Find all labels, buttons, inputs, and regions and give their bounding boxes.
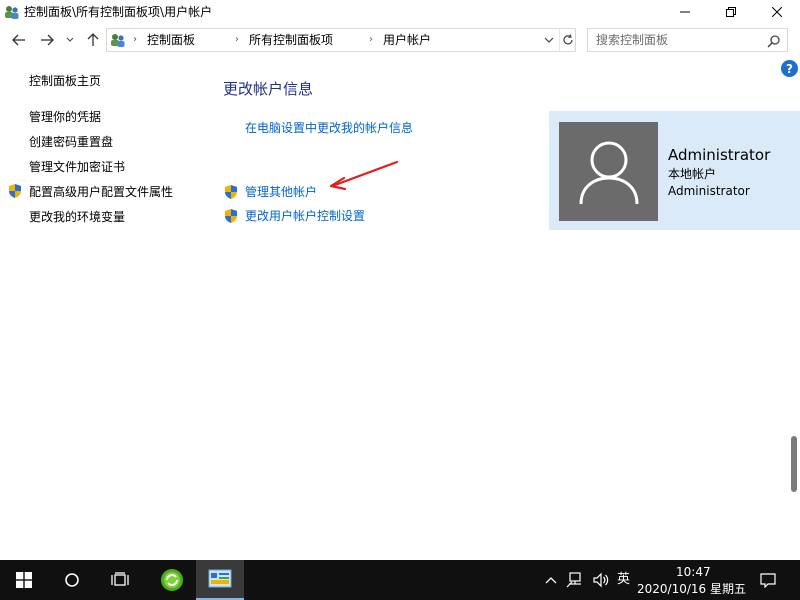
control-panel-icon: [208, 569, 232, 588]
breadcrumb-separator-icon[interactable]: ›: [369, 33, 373, 47]
link-change-uac-settings[interactable]: 更改用户帐户控制设置: [245, 208, 365, 224]
search-box[interactable]: [587, 28, 788, 52]
cortana-search-button[interactable]: [48, 560, 96, 600]
volume-button[interactable]: [590, 560, 612, 600]
account-role: Administrator: [668, 184, 750, 198]
scrollbar-thumb[interactable]: [791, 436, 797, 492]
taskbar: 英 10:47 2020/10/16 星期五: [0, 560, 800, 600]
address-bar[interactable]: › 控制面板 › 所有控制面板项 › 用户帐户: [106, 28, 576, 52]
taskbar-control-panel-button[interactable]: [196, 560, 244, 600]
notification-icon: [760, 573, 776, 588]
annotation-arrow-icon: [329, 160, 399, 191]
clock-date[interactable]: 2020/10/16 星期五: [637, 582, 746, 596]
network-icon: [566, 572, 581, 588]
input-language-indicator[interactable]: 英: [617, 573, 630, 587]
left-nav-manage-encryption-certificates[interactable]: 管理文件加密证书: [29, 159, 125, 175]
forward-button[interactable]: [36, 28, 58, 52]
window-title: 控制面板\所有控制面板项\用户帐户: [24, 5, 213, 19]
refresh-icon[interactable]: [559, 29, 575, 51]
breadcrumb-all-items[interactable]: 所有控制面板项: [249, 33, 333, 47]
action-center-button[interactable]: [752, 560, 784, 600]
start-button[interactable]: [0, 560, 48, 600]
navigation-bar: › 控制面板 › 所有控制面板项 › 用户帐户: [0, 26, 800, 54]
restore-button[interactable]: [708, 0, 754, 24]
clock-time[interactable]: 10:47: [676, 565, 711, 579]
page-title: 更改帐户信息: [223, 80, 314, 98]
account-type: 本地帐户: [668, 167, 717, 181]
up-button[interactable]: [82, 28, 104, 52]
chevron-up-icon: [545, 577, 557, 584]
refresh-circle-app-icon: [161, 569, 183, 591]
user-accounts-icon: [110, 32, 126, 48]
breadcrumb-control-panel[interactable]: 控制面板: [147, 33, 195, 47]
cortana-circle-icon: [65, 573, 79, 587]
link-manage-other-accounts[interactable]: 管理其他帐户: [245, 184, 317, 200]
left-nav-manage-credentials[interactable]: 管理你的凭据: [29, 109, 101, 125]
breadcrumb-separator-icon[interactable]: ›: [235, 33, 239, 47]
title-bar: 控制面板\所有控制面板项\用户帐户: [0, 0, 800, 24]
breadcrumb-user-accounts[interactable]: 用户帐户: [383, 33, 431, 47]
windows-logo-icon: [16, 572, 32, 588]
user-avatar-icon: [579, 141, 639, 205]
search-input[interactable]: [588, 29, 763, 51]
taskbar-app-green-button[interactable]: [148, 560, 196, 600]
close-button[interactable]: [754, 0, 800, 24]
network-button[interactable]: [564, 560, 586, 600]
user-accounts-app-icon: [4, 4, 20, 20]
recent-locations-button[interactable]: [62, 28, 78, 52]
account-name: Administrator: [668, 146, 771, 164]
address-history-chevron-down-icon[interactable]: [541, 29, 557, 51]
search-icon[interactable]: [766, 33, 782, 49]
help-button[interactable]: ?: [781, 60, 798, 77]
left-nav-create-password-reset-disk[interactable]: 创建密码重置盘: [29, 134, 113, 150]
left-nav-advanced-profile-properties[interactable]: 配置高级用户配置文件属性: [29, 184, 173, 200]
uac-shield-icon: [223, 184, 239, 200]
back-button[interactable]: [8, 28, 30, 52]
task-view-button[interactable]: [96, 560, 144, 600]
avatar: [559, 122, 658, 221]
speaker-icon: [593, 572, 609, 588]
left-nav-change-environment-variables[interactable]: 更改我的环境变量: [29, 209, 125, 225]
link-change-account-in-pc-settings[interactable]: 在电脑设置中更改我的帐户信息: [245, 120, 413, 136]
uac-shield-icon: [7, 183, 23, 199]
breadcrumb-separator-icon: ›: [133, 34, 137, 45]
account-card: Administrator 本地帐户 Administrator: [549, 111, 800, 230]
uac-shield-icon: [223, 208, 239, 224]
minimize-button[interactable]: [662, 0, 708, 24]
task-view-icon: [111, 572, 129, 586]
left-nav-control-panel-home[interactable]: 控制面板主页: [29, 73, 101, 89]
show-hidden-icons-button[interactable]: [542, 560, 560, 600]
